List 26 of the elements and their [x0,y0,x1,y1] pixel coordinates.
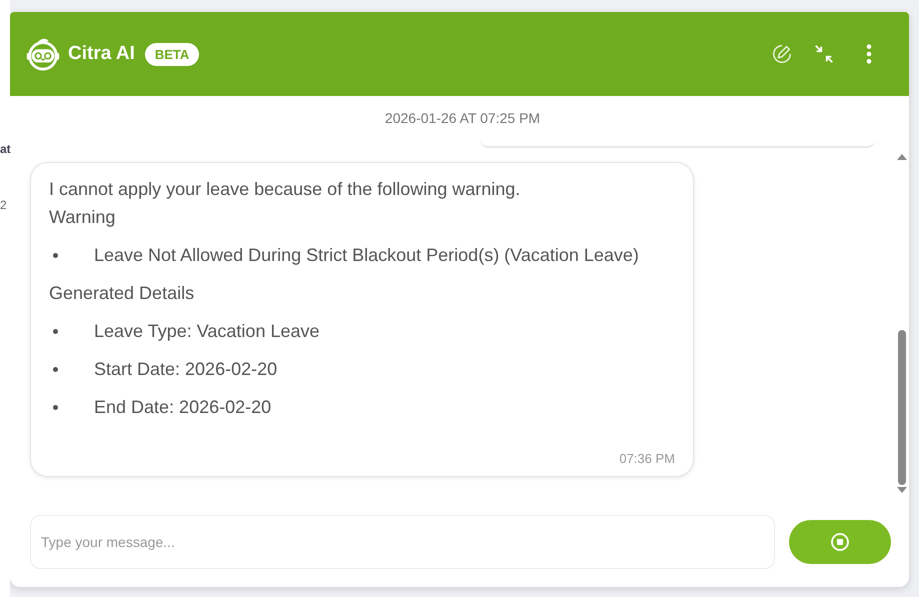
more-menu-icon[interactable] [865,43,873,65]
bullet-text: End Date: 2026-02-20 [94,396,272,419]
bullet-text: Leave Type: Vacation Leave [94,320,320,343]
message-text: I cannot apply your leave because of the following warning. [49,178,522,201]
stop-icon [830,532,850,552]
bullet-text: Leave Not Allowed During Strict Blackout Period(s) (Vacation Leave) [94,244,639,267]
bullet-icon [53,252,58,258]
minimize-icon[interactable] [813,43,835,65]
scrollbar-thumb[interactable] [898,330,906,485]
chat-title: Citra AI [68,43,135,65]
bullet-icon [53,328,58,334]
scroll-down-icon[interactable] [897,487,907,493]
bullet-icon [53,366,58,372]
date-divider: 2026-01-26 AT 07:25 PM [384,110,542,126]
bullet-icon [53,404,58,410]
beta-badge: BETA [144,42,200,66]
message-time: 07:36 PM [618,451,675,466]
bullet-text: Start Date: 2026-02-20 [94,358,278,381]
message-text: Generated Details [49,282,196,305]
new-chat-icon[interactable] [771,43,793,65]
message-text: Warning [49,206,116,229]
stop-button[interactable] [789,520,891,564]
background-text: at [0,142,11,156]
message-input[interactable]: Type your message... [30,515,775,569]
scroll-up-icon[interactable] [897,154,907,160]
background-text: 2 [0,198,7,212]
